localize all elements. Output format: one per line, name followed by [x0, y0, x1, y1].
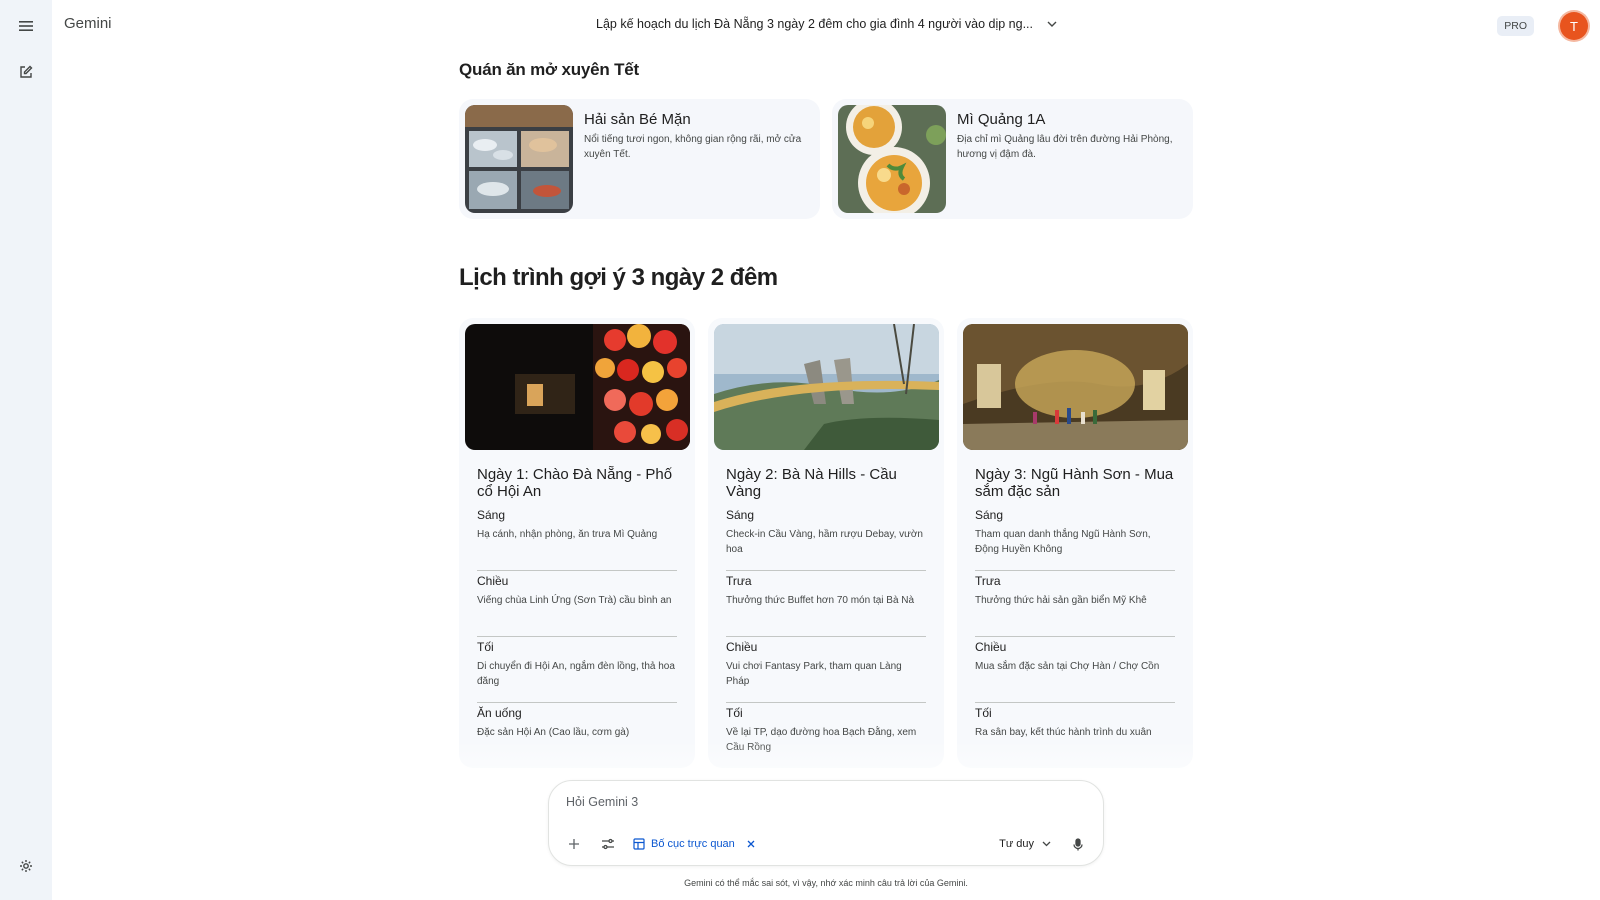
noodle-image	[838, 105, 946, 213]
schedule-slot: Trưa Thưởng thức Buffet hơn 70 món tại B…	[726, 570, 926, 640]
day-title: Ngày 3: Ngũ Hành Sơn - Mua sắm đặc sản	[975, 466, 1174, 500]
restaurant-name: Hải sản Bé Mặn	[584, 111, 691, 128]
restaurant-description: Nổi tiếng tươi ngon, không gian rộng rãi…	[584, 134, 802, 160]
slot-activity: Viếng chùa Linh Ứng (Sơn Trà) cầu bình a…	[477, 595, 672, 606]
menu-icon[interactable]	[14, 14, 38, 38]
day-card: Ngày 3: Ngũ Hành Sơn - Mua sắm đặc sản S…	[957, 318, 1193, 768]
layout-icon	[633, 838, 645, 850]
mode-label: Tư duy	[999, 838, 1034, 850]
restaurant-description: Địa chỉ mì Quảng lâu đời trên đường Hải …	[957, 134, 1173, 160]
slot-activity: Đặc sản Hội An (Cao lầu, cơm gà)	[477, 727, 630, 738]
day-schedule: Sáng Tham quan danh thắng Ngũ Hành Sơn, …	[975, 508, 1175, 772]
settings-icon[interactable]	[14, 854, 38, 878]
schedule-slot: Tối Di chuyển đi Hội An, ngắm đèn lồng, …	[477, 636, 677, 706]
top-bar: Gemini Lập kế hoạch du lịch Đà Nẵng 3 ng…	[52, 0, 1600, 52]
prompt-composer: Bố cục trực quan Tư duy	[548, 780, 1104, 866]
schedule-slot: Sáng Tham quan danh thắng Ngũ Hành Sơn, …	[975, 508, 1175, 574]
side-rail	[0, 0, 52, 900]
schedule-slot: Chiều Mua sắm đặc sản tại Chợ Hàn / Chợ …	[975, 636, 1175, 706]
mode-selector[interactable]: Tư duy	[999, 833, 1051, 855]
slot-activity: Mua sắm đặc sản tại Chợ Hàn / Chợ Cồn	[975, 661, 1160, 672]
restaurant-name: Mì Quảng 1A	[957, 111, 1046, 128]
lanterns-image	[465, 324, 690, 450]
conversation-title-dropdown[interactable]: Lập kế hoạch du lịch Đà Nẵng 3 ngày 2 đê…	[596, 17, 1057, 31]
schedule-slot: Trưa Thưởng thức hải sản gần biển Mỹ Khê	[975, 570, 1175, 640]
avatar[interactable]: T	[1560, 12, 1588, 40]
slot-time: Sáng	[975, 508, 1004, 522]
day-title: Ngày 2: Bà Nà Hills - Cầu Vàng	[726, 466, 897, 500]
slot-activity: Vui chơi Fantasy Park, tham quan Làng Ph…	[726, 661, 902, 687]
close-icon[interactable]	[747, 840, 755, 848]
chevron-down-icon	[1047, 21, 1057, 27]
microphone-icon[interactable]	[1067, 833, 1089, 855]
slot-time: Tối	[726, 706, 743, 720]
disclaimer: Gemini có thể mắc sai sót, vì vậy, nhớ x…	[684, 878, 968, 888]
slot-time: Chiều	[477, 574, 509, 588]
slot-time: Sáng	[477, 508, 506, 522]
tools-icon[interactable]	[597, 833, 619, 855]
seafood-image	[465, 105, 573, 213]
day-card: Ngày 1: Chào Đà Nẵng - Phố cổ Hội An Sán…	[459, 318, 695, 768]
itinerary-heading: Lịch trình gợi ý 3 ngày 2 đêm	[459, 264, 778, 291]
slot-activity: Hạ cánh, nhận phòng, ăn trưa Mì Quảng	[477, 529, 658, 540]
marble-mountains-cave-image	[963, 324, 1188, 450]
prompt-input[interactable]	[566, 795, 1066, 809]
slot-time: Chiều	[726, 640, 758, 654]
slot-time: Tối	[477, 640, 494, 654]
slot-time: Trưa	[975, 574, 1001, 588]
restaurant-card[interactable]: Mì Quảng 1A Địa chỉ mì Quảng lâu đời trê…	[832, 99, 1193, 219]
add-icon[interactable]	[563, 833, 585, 855]
chip-label: Bố cục trực quan	[651, 838, 735, 850]
slot-activity: Ra sân bay, kết thúc hành trình du xuân	[975, 727, 1152, 738]
slot-time: Trưa	[726, 574, 752, 588]
golden-bridge-image	[714, 324, 939, 450]
conversation-title: Lập kế hoạch du lịch Đà Nẵng 3 ngày 2 đê…	[596, 17, 1033, 31]
day-card: Ngày 2: Bà Nà Hills - Cầu Vàng Sáng Chec…	[708, 318, 944, 768]
day-title: Ngày 1: Chào Đà Nẵng - Phố cổ Hội An	[477, 466, 673, 500]
slot-time: Sáng	[726, 508, 755, 522]
restaurants-heading: Quán ăn mở xuyên Tết	[459, 60, 640, 79]
slot-activity: Thưởng thức Buffet hơn 70 món tại Bà Nà	[726, 595, 915, 606]
new-chat-icon[interactable]	[14, 60, 38, 84]
visual-layout-chip[interactable]: Bố cục trực quan	[633, 833, 755, 855]
pro-badge: PRO	[1497, 16, 1534, 36]
schedule-slot: Chiều Viếng chùa Linh Ứng (Sơn Trà) cầu …	[477, 570, 677, 640]
slot-time: Chiều	[975, 640, 1007, 654]
day-schedule: Sáng Hạ cánh, nhận phòng, ăn trưa Mì Quả…	[477, 508, 677, 772]
slot-time: Ăn uống	[477, 706, 522, 720]
slot-time: Tối	[975, 706, 992, 720]
schedule-slot: Sáng Hạ cánh, nhận phòng, ăn trưa Mì Quả…	[477, 508, 677, 574]
restaurant-card[interactable]: Hải sản Bé Mặn Nổi tiếng tươi ngon, khôn…	[459, 99, 820, 219]
day-schedule: Sáng Check-in Cầu Vàng, hầm rượu Debay, …	[726, 508, 926, 772]
slot-activity: Check-in Cầu Vàng, hầm rượu Debay, vườn …	[726, 529, 923, 555]
slot-activity: Thưởng thức hải sản gần biển Mỹ Khê	[975, 595, 1147, 606]
schedule-slot: Sáng Check-in Cầu Vàng, hầm rượu Debay, …	[726, 508, 926, 574]
app-brand: Gemini	[64, 15, 112, 32]
chevron-down-icon	[1042, 841, 1051, 847]
schedule-slot: Chiều Vui chơi Fantasy Park, tham quan L…	[726, 636, 926, 706]
slot-activity: Tham quan danh thắng Ngũ Hành Sơn, Động …	[975, 529, 1151, 555]
slot-activity: Di chuyển đi Hội An, ngắm đèn lồng, thả …	[477, 661, 675, 687]
